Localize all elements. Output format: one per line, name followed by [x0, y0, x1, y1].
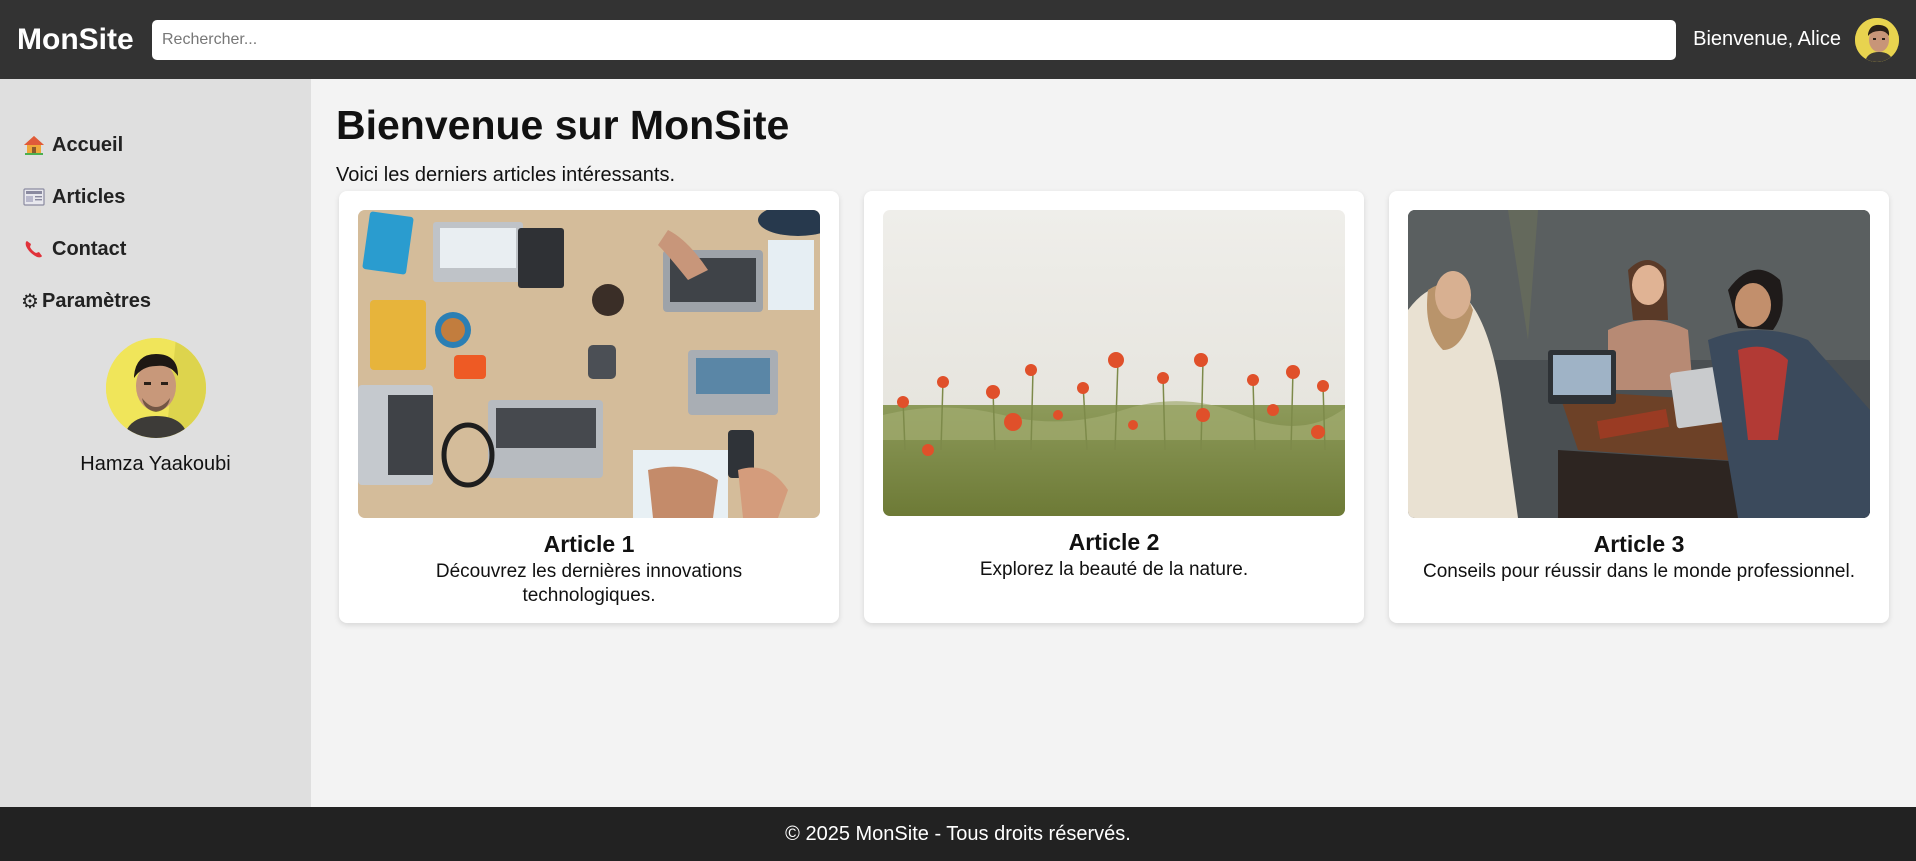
phone-icon: [22, 238, 46, 260]
gear-icon: ⚙: [21, 290, 39, 313]
sidebar-item-articles[interactable]: Articles: [22, 171, 311, 223]
house-icon: [22, 134, 46, 156]
page-subtitle: Voici les derniers articles intéressants…: [336, 164, 676, 187]
article-card[interactable]: Article 1 Découvrez les dernières innova…: [339, 191, 839, 623]
profile-avatar[interactable]: [105, 338, 206, 438]
article-image-meeting: [1408, 210, 1870, 518]
sidebar-item-parametres[interactable]: ⚙ Paramètres: [20, 275, 311, 327]
article-description: Explorez la beauté de la nature.: [979, 559, 1249, 580]
avatar-portrait-icon: [105, 338, 206, 438]
user-area: Bienvenue, Alice: [1693, 17, 1899, 62]
article-image-poppies: [883, 210, 1345, 516]
sidebar-item-label: Accueil: [52, 133, 124, 156]
sidebar-item-accueil[interactable]: Accueil: [22, 119, 311, 171]
sidebar: Accueil Articles Contact ⚙ Paramètres Ha…: [0, 79, 311, 807]
article-title: Article 1: [543, 531, 635, 557]
welcome-text: Bienvenue, Alice: [1693, 28, 1841, 50]
sidebar-item-label: Articles: [52, 185, 126, 208]
sidebar-item-label: Paramètres: [42, 289, 151, 312]
sidebar-nav: Accueil Articles Contact ⚙ Paramètres: [0, 79, 311, 327]
page-title: Bienvenue sur MonSite: [336, 102, 790, 148]
article-image-desk: [358, 210, 820, 518]
footer-copyright: © 2025 MonSite - Tous droits réservés.: [785, 822, 1131, 845]
user-avatar[interactable]: [1855, 17, 1899, 62]
main-content: Bienvenue sur MonSite Voici les derniers…: [311, 79, 1916, 807]
article-title: Article 2: [1068, 529, 1160, 555]
article-list: Article 1 Découvrez les dernières innova…: [339, 191, 1889, 623]
article-description: Découvrez les dernières innovations tech…: [435, 561, 743, 606]
sidebar-item-contact[interactable]: Contact: [22, 223, 311, 275]
top-header: MonSite Bienvenue, Alice: [0, 0, 1916, 79]
avatar-portrait-icon: [1855, 17, 1899, 62]
article-card[interactable]: Article 2 Explorez la beauté de la natur…: [864, 191, 1364, 623]
article-card[interactable]: Article 3 Conseils pour réussir dans le …: [1389, 191, 1889, 623]
newspaper-icon: [22, 186, 46, 208]
search-input[interactable]: [152, 19, 1676, 60]
profile-name: Hamza Yaakoubi: [80, 453, 231, 475]
article-title: Article 3: [1593, 531, 1685, 557]
sidebar-item-label: Contact: [52, 237, 127, 260]
article-description: Conseils pour réussir dans le monde prof…: [1423, 561, 1855, 582]
profile-card: Hamza Yaakoubi: [0, 338, 311, 476]
site-logo[interactable]: MonSite: [17, 23, 152, 57]
footer: © 2025 MonSite - Tous droits réservés.: [0, 807, 1916, 861]
